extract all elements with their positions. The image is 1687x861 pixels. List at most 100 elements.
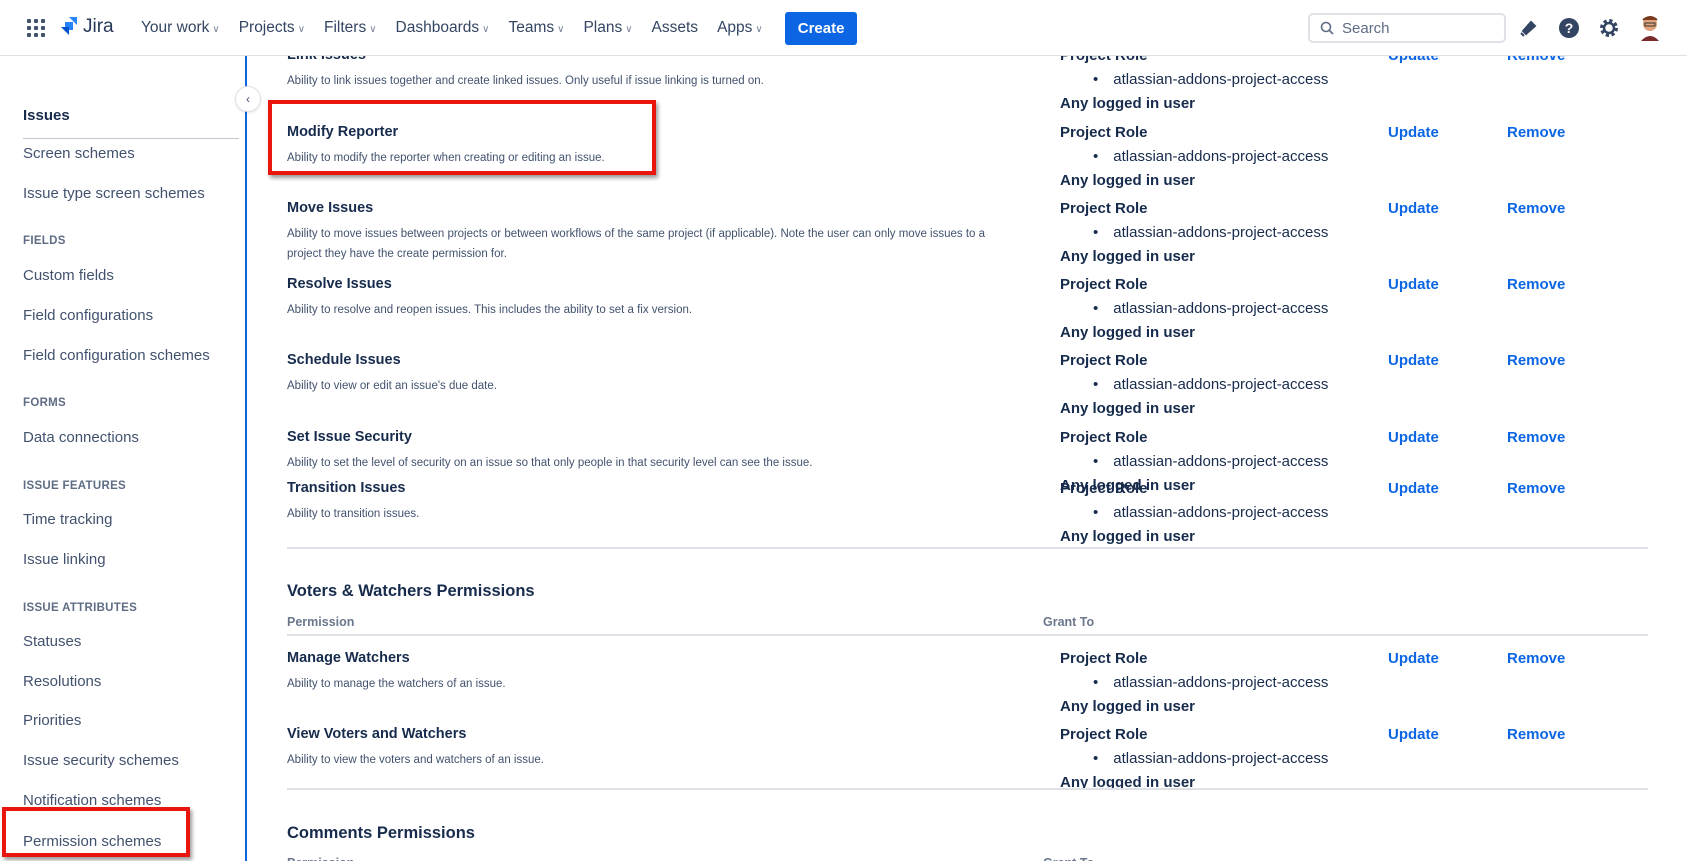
grant-type: Project Role (1060, 352, 1148, 369)
permission-description: Ability to view or edit an issue's due d… (287, 380, 497, 392)
notifications-icon[interactable] (1517, 17, 1539, 39)
grant-to: Project Role • atlassian-addons-project-ac… (1060, 56, 1328, 112)
permission-name: Link Issues (287, 56, 1687, 63)
jira-logo-icon (61, 17, 77, 35)
role-name: atlassian-addons-project-access (1113, 750, 1329, 767)
grant-role-member: • atlassian-addons-project-access (1093, 224, 1328, 241)
bullet: • (1093, 148, 1099, 165)
grant-to: Project Role • atlassian-addons-project-ac… (1060, 352, 1328, 417)
role-name: atlassian-addons-project-access (1113, 674, 1329, 691)
help-icon[interactable]: ? (1558, 17, 1580, 39)
nav-item-label: Your work (141, 19, 210, 36)
column-header-grant-to: Grant To (1043, 615, 1095, 629)
sidebar-item-field-configuration-schemes[interactable]: Field configuration schemes (23, 347, 210, 364)
sidebar-item-time-tracking[interactable]: Time tracking (23, 511, 112, 528)
table-header-divider (287, 634, 1648, 636)
grant-type: Project Role (1060, 429, 1148, 446)
update-link[interactable]: Update (1388, 56, 1439, 64)
sidebar-item-resolutions[interactable]: Resolutions (23, 673, 101, 690)
permission-name: View Voters and Watchers (287, 726, 467, 742)
remove-link[interactable]: Remove (1507, 200, 1565, 217)
grant-type: Project Role (1060, 276, 1148, 293)
bullet: • (1093, 376, 1099, 393)
sidebar-item-data-connections[interactable]: Data connections (23, 429, 139, 446)
permission-name: Resolve Issues (287, 276, 392, 292)
grant-type: Project Role (1060, 726, 1148, 743)
search-icon (1320, 21, 1334, 35)
sidebar-item-issue-linking[interactable]: Issue linking (23, 551, 106, 568)
remove-link[interactable]: Remove (1507, 124, 1565, 141)
sidebar-item-field-configurations[interactable]: Field configurations (23, 307, 153, 324)
permission-name: Manage Watchers (287, 650, 410, 666)
chevron-down-icon: ∨ (369, 24, 377, 35)
permission-row: Set Issue Security Ability to set the lev… (287, 429, 1687, 494)
search-input[interactable]: Search (1308, 13, 1506, 43)
update-link[interactable]: Update (1388, 276, 1439, 293)
nav-item-assets[interactable]: Assets (652, 19, 699, 37)
jira-logo[interactable]: Jira (60, 16, 114, 38)
remove-link[interactable]: Remove (1507, 352, 1565, 369)
bullet: • (1093, 300, 1099, 317)
nav-item-your-work[interactable]: Your work ∨ (141, 19, 220, 37)
main-menu: Your work ∨ Projects ∨ Filters ∨ Dashboards ∨ Te… (141, 0, 858, 56)
section-title: Comments Permissions (287, 824, 475, 842)
top-navigation: Jira Your work ∨ Projects ∨ Filters ∨ Dashboar… (0, 0, 1687, 56)
section-divider (287, 788, 1648, 790)
update-link[interactable]: Update (1388, 726, 1439, 743)
chevron-down-icon: ∨ (212, 24, 220, 35)
sidebar-item-priorities[interactable]: Priorities (23, 712, 81, 729)
chevron-down-icon: ∨ (625, 24, 633, 35)
nav-item-dashboards[interactable]: Dashboards ∨ (396, 19, 490, 37)
update-link[interactable]: Update (1388, 124, 1439, 141)
chevron-down-icon: ∨ (482, 24, 490, 35)
app-switcher-icon[interactable] (27, 19, 45, 37)
nav-item-label: Apps (717, 19, 753, 36)
section-divider (287, 547, 1648, 549)
bullet: • (1093, 750, 1099, 767)
remove-link[interactable]: Remove (1507, 56, 1565, 64)
bullet: • (1093, 224, 1099, 241)
grant-any-user: Any logged in user (1060, 95, 1196, 112)
column-header-grant-to: Grant To (1043, 856, 1094, 861)
bullet: • (1093, 504, 1099, 521)
grant-role-member: • atlassian-addons-project-access (1093, 504, 1328, 521)
remove-link[interactable]: Remove (1507, 726, 1565, 743)
role-name: atlassian-addons-project-access (1113, 148, 1329, 165)
sidebar-item-issue-type-screen-schemes[interactable]: Issue type screen schemes (23, 185, 205, 202)
nav-item-teams[interactable]: Teams ∨ (508, 19, 564, 37)
nav-item-label: Plans (583, 19, 623, 36)
remove-link[interactable]: Remove (1507, 276, 1565, 293)
remove-link[interactable]: Remove (1507, 650, 1565, 667)
search-placeholder: Search (1342, 19, 1390, 37)
create-button[interactable]: Create (784, 11, 858, 45)
update-link[interactable]: Update (1388, 480, 1439, 497)
sidebar-divider (23, 138, 239, 139)
permission-name: Set Issue Security (287, 429, 412, 445)
nav-item-filters[interactable]: Filters ∨ (324, 19, 377, 37)
update-link[interactable]: Update (1388, 429, 1439, 446)
sidebar-item-custom-fields[interactable]: Custom fields (23, 267, 114, 284)
sidebar-item-screen-schemes[interactable]: Screen schemes (23, 145, 135, 162)
remove-link[interactable]: Remove (1507, 480, 1565, 497)
chevron-down-icon: ∨ (755, 24, 763, 35)
update-link[interactable]: Update (1388, 200, 1439, 217)
sidebar-item-statuses[interactable]: Statuses (23, 633, 81, 650)
bullet: • (1093, 71, 1099, 88)
nav-item-label: Projects (238, 19, 295, 36)
nav-item-apps[interactable]: Apps ∨ (717, 19, 763, 37)
user-avatar[interactable] (1637, 14, 1663, 42)
remove-link[interactable]: Remove (1507, 429, 1565, 446)
role-name: atlassian-addons-project-access (1113, 71, 1329, 88)
permission-description: Ability to view the voters and watchers … (287, 754, 544, 766)
update-link[interactable]: Update (1388, 352, 1439, 369)
permission-description: Ability to manage the watchers of an iss… (287, 678, 506, 690)
nav-item-projects[interactable]: Projects ∨ (239, 19, 305, 37)
settings-gear-icon[interactable] (1598, 17, 1620, 39)
grant-to: Project Role • atlassian-addons-project-ac… (1060, 200, 1328, 265)
update-link[interactable]: Update (1388, 650, 1439, 667)
nav-item-plans[interactable]: Plans ∨ (583, 19, 632, 37)
sidebar-item-issue-security-schemes[interactable]: Issue security schemes (23, 752, 179, 769)
sidebar-item-issues[interactable]: Issues (23, 107, 70, 124)
grant-to: Project Role • atlassian-addons-project-ac… (1060, 650, 1328, 715)
grant-role-member: • atlassian-addons-project-access (1093, 376, 1328, 393)
